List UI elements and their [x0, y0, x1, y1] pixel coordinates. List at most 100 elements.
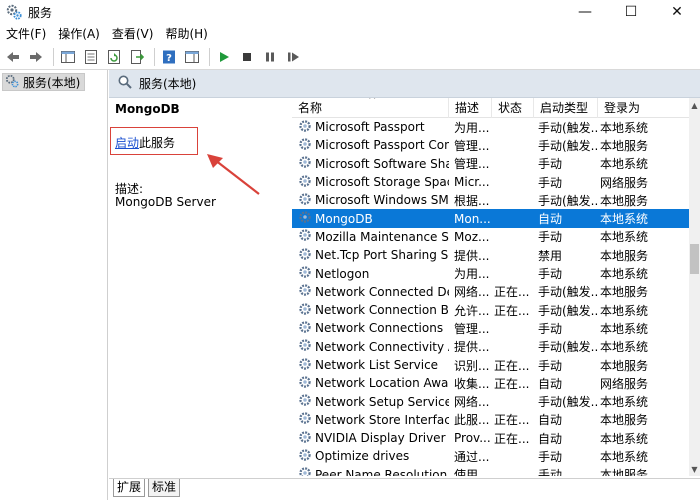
table-row[interactable]: Peer Name Resolution Pr... 使用... 手动 本地服务 [292, 466, 689, 476]
start-icon[interactable] [214, 47, 234, 67]
service-name-cell: Microsoft Windows SMS ... [292, 192, 449, 209]
service-name-cell: Network Connection Bro... [292, 302, 449, 319]
service-logon-as: 本地服务 [600, 285, 649, 300]
column-header-description[interactable]: 描述 [449, 98, 492, 118]
vertical-scrollbar[interactable]: ▲ ▼ [689, 98, 700, 476]
maximize-button[interactable]: ☐ [608, 0, 654, 24]
service-startup-type: 手动 [538, 267, 563, 282]
service-startup-type: 手动 [538, 157, 563, 172]
show-tree-icon[interactable] [58, 47, 78, 67]
scroll-down-icon[interactable]: ▼ [689, 462, 700, 476]
service-logon-as: 本地系统 [600, 395, 649, 410]
service-logon-as: 本地系统 [600, 303, 649, 318]
service-gear-icon [298, 119, 312, 136]
service-gear-icon [298, 283, 312, 300]
minimize-button[interactable]: — [562, 0, 608, 24]
table-row[interactable]: Microsoft Storage Space... Micr... 手动 网络服务 [292, 173, 689, 191]
toolbar-separator [53, 47, 54, 66]
service-logon-as: 本地服务 [600, 358, 649, 373]
service-startup-type: 手动 [538, 230, 563, 245]
service-name: Network Connectivity Ass... [315, 339, 449, 354]
start-service-link[interactable]: 启动 [115, 136, 139, 150]
service-description: 管理... [454, 321, 490, 336]
table-row[interactable]: Mozilla Maintenance Ser... Moz... 手动 本地系统 [292, 228, 689, 246]
service-name-cell: Network Store Interface ... [292, 411, 449, 428]
service-name: Network Location Aware... [315, 376, 449, 391]
menu-view[interactable]: 查看(V) [106, 24, 160, 44]
service-name: Net.Tcp Port Sharing Ser... [315, 248, 449, 263]
column-header-status[interactable]: 状态 [492, 98, 534, 118]
table-row[interactable]: Network Store Interface ... 此服... 正在... 自动 本… [292, 411, 689, 429]
table-row[interactable]: Network Connection Bro... 允许... 正在... 手动(触发… [292, 301, 689, 319]
table-row[interactable]: Net.Tcp Port Sharing Ser... 提供... 禁用 本地服务 [292, 246, 689, 264]
table-row[interactable]: Network Connected Devi... 网络... 正在... 手动(触发… [292, 283, 689, 301]
help-icon[interactable]: ? [159, 47, 179, 67]
forward-icon[interactable] [26, 47, 46, 67]
stop-icon[interactable] [237, 47, 257, 67]
table-row[interactable]: Network Connectivity Ass... 提供... 手动(触发...… [292, 338, 689, 356]
pane-header-label: 服务(本地) [139, 77, 197, 91]
services-pane: 服务(本地) MongoDB 启动此服务 描述: MongoDB Server … [109, 70, 700, 500]
restart-icon[interactable] [283, 47, 303, 67]
back-icon[interactable] [3, 47, 23, 67]
service-logon-as: 本地系统 [600, 267, 649, 282]
service-startup-type: 手动(触发... [538, 303, 598, 318]
table-row[interactable]: Microsoft Passport 为用... 手动(触发... 本地系统 [292, 118, 689, 136]
scrollbar-thumb[interactable] [690, 244, 699, 274]
service-startup-type: 手动(触发... [538, 285, 598, 300]
table-row[interactable]: Network Connections 管理... 手动 本地系统 [292, 319, 689, 337]
service-name: Network Connections [315, 321, 444, 336]
table-row[interactable]: MongoDB Mon... 自动 本地系统 [292, 209, 689, 228]
service-name: Microsoft Storage Space... [315, 175, 449, 190]
table-row[interactable]: Network Setup Service 网络... 手动(触发... 本地系统 [292, 392, 689, 410]
table-row[interactable]: Network Location Aware... 收集... 正在... 自动 网络服… [292, 374, 689, 392]
tab-extended[interactable]: 扩展 [113, 479, 146, 497]
tab-standard[interactable]: 标准 [148, 479, 181, 497]
service-logon-as: 本地系统 [600, 340, 649, 355]
service-name-cell: Network Location Aware... [292, 375, 449, 392]
service-logon-as: 本地系统 [600, 321, 649, 336]
table-row[interactable]: Microsoft Windows SMS ... 根据... 手动(触发...本地… [292, 191, 689, 209]
menu-action[interactable]: 操作(A) [52, 24, 106, 44]
service-gear-icon [298, 192, 312, 209]
scroll-up-icon[interactable]: ▲ [689, 98, 700, 112]
menu-file[interactable]: 文件(F) [0, 24, 52, 44]
export-icon[interactable] [127, 47, 147, 67]
service-gear-icon [298, 302, 312, 319]
service-name-cell: Net.Tcp Port Sharing Ser... [292, 247, 449, 264]
service-logon-as: 本地系统 [600, 120, 649, 135]
close-button[interactable]: ✕ [654, 0, 700, 24]
table-row[interactable]: NVIDIA Display Driver Se... Prov...正在... 自… [292, 429, 689, 447]
svg-text:?: ? [166, 53, 172, 64]
table-row[interactable]: Microsoft Passport Cont... 管理... 手动(触发...本… [292, 136, 689, 154]
column-header-startup-type[interactable]: 启动类型 [534, 98, 598, 118]
service-gear-icon [298, 411, 312, 428]
start-service-suffix: 此服务 [139, 136, 176, 150]
magnifier-icon [117, 74, 133, 93]
service-status: 正在... [494, 285, 530, 300]
menu-help[interactable]: 帮助(H) [159, 24, 213, 44]
pause-icon[interactable] [260, 47, 280, 67]
table-header: ^ 名称 描述 状态 启动类型 登录为 [292, 98, 689, 118]
services-gear-icon [6, 4, 22, 20]
table-row[interactable]: Microsoft Software Shad... 管理... 手动 本地系统 [292, 155, 689, 173]
service-status: 正在... [494, 413, 530, 428]
show-panel-icon[interactable] [182, 47, 202, 67]
toolbar: ? [0, 44, 700, 70]
service-description: Mon... [454, 211, 491, 226]
table-row[interactable]: Netlogon 为用... 手动 本地系统 [292, 264, 689, 282]
service-description: 为用... [454, 267, 490, 282]
service-description: 收集... [454, 376, 490, 391]
table-row[interactable]: Network List Service 识别... 正在... 手动 本地服务 [292, 356, 689, 374]
properties-icon[interactable] [81, 47, 101, 67]
table-row[interactable]: Optimize drives 通过... 手动 本地系统 [292, 447, 689, 465]
service-gear-icon [298, 247, 312, 264]
tree-item-services-local[interactable]: 服务(本地) [2, 73, 86, 91]
service-gear-icon [298, 137, 312, 154]
column-header-logon-as[interactable]: 登录为 [598, 98, 658, 118]
service-startup-type: 手动 [538, 321, 563, 336]
refresh-icon[interactable] [104, 47, 124, 67]
service-gear-icon [298, 357, 312, 374]
services-table: ^ 名称 描述 状态 启动类型 登录为 Microsoft Passport 为用… [292, 98, 689, 476]
service-name: Netlogon [315, 266, 370, 281]
